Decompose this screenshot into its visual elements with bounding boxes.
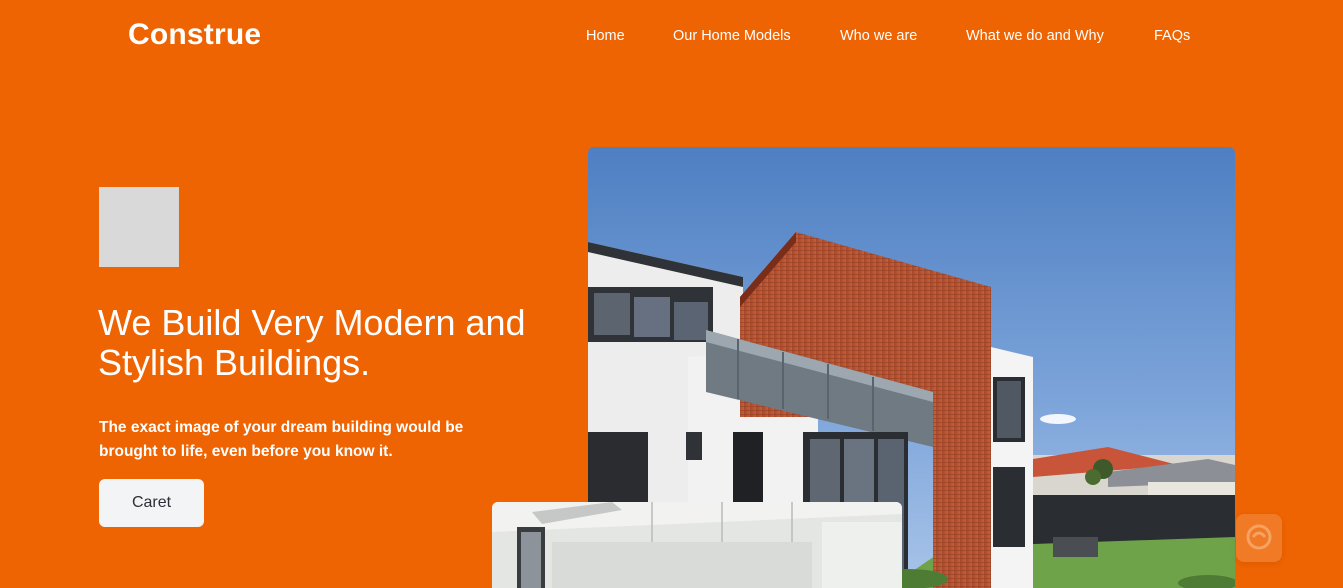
nav-what-we-do[interactable]: What we do and Why [966,28,1104,44]
interior-image [492,502,902,588]
logo[interactable]: Construe [128,18,261,52]
nav-home[interactable]: Home [586,28,625,44]
nav-our-home-models[interactable]: Our Home Models [673,28,791,44]
image-placeholder [99,187,179,267]
hero-headline: We Build Very Modern and Stylish Buildin… [98,302,526,383]
cta-button[interactable]: Caret [99,479,204,527]
chat-widget-button[interactable] [1236,514,1282,562]
chat-widget-icon [1246,524,1272,550]
nav-who-we-are[interactable]: Who we are [840,28,917,44]
nav-faqs[interactable]: FAQs [1154,28,1190,44]
hero-subtext: The exact image of your dream building w… [99,419,464,460]
